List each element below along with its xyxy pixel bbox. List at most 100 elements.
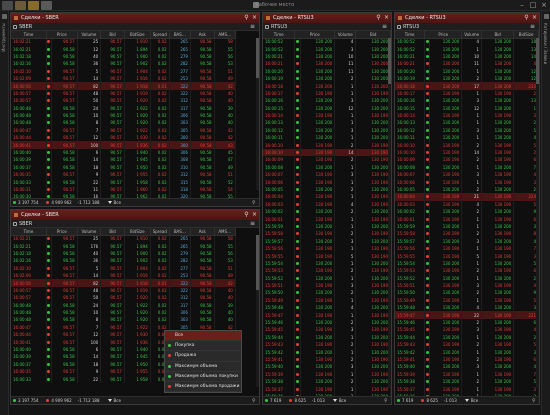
table-row[interactable]: 16:00:57 90.57 48 90.57 1 919 0.02 322 90.58 40 — [11, 89, 259, 98]
table-row[interactable]: 16:00:02 130 200 2 130 200 — [263, 207, 391, 216]
dropdown-item-label[interactable]: Покупка — [175, 343, 194, 348]
table-row[interactable]: 15:59:43 130 190 2 130 190 5 — [395, 341, 539, 349]
table-row[interactable]: 15:59:38 130 200 2 130 200 — [263, 377, 391, 386]
table-row[interactable]: 16:00:15 130 200 12 130 200 1 — [395, 104, 539, 112]
table-row[interactable]: 16:00:47 90.57 7 90.57 1 922 0.02 305 90.58 42 — [11, 126, 259, 135]
table-row[interactable]: 16:00:13 130 200 1 130 200 — [263, 119, 391, 127]
dropdown-item[interactable]: Максимум объема покупки — [165, 372, 241, 382]
table-row[interactable]: 15:59:52 130 200 1 130 200 2 — [395, 274, 539, 282]
table-row[interactable]: 15:59:37 130 190 1 130 190 — [263, 385, 391, 393]
column-header[interactable]: AMS… — [214, 228, 236, 236]
table-row[interactable]: 15:59:45 130 190 3 130 190 4 — [395, 326, 539, 334]
table-row[interactable]: 16:00:52 130 200 4 130 200 18 — [395, 38, 539, 46]
table-row[interactable]: 16:02:10 90.57 5 90.57 1 904 0.02 277 90.58 51 — [11, 264, 259, 272]
symbol-label[interactable]: RTSU3 — [271, 24, 287, 30]
column-header[interactable]: Price — [46, 228, 78, 236]
table-row[interactable]: 15:59:49 130 190 1 130 190 5 — [395, 296, 539, 305]
table-row[interactable]: 15:59:59 130 200 1 130 200 — [263, 222, 391, 231]
quotes-icon[interactable] — [544, 14, 549, 19]
table-row[interactable]: 15:59:41 130 190 2 130 190 — [263, 355, 391, 364]
table-row[interactable]: 16:00:12 130 200 3 130 200 — [263, 126, 391, 135]
scrollbar-thumb[interactable] — [536, 38, 539, 84]
table-row[interactable]: 16:00:31 90.57 11 90.57 1 960 0.02 318 90.58 54 — [11, 185, 259, 194]
table-row[interactable]: 15:59:40 130 200 3 130 200 — [263, 363, 391, 371]
table-row[interactable]: 16:00:07 130 190 3 130 190 — [263, 171, 391, 179]
table-row[interactable]: 16:00:05 130 200 2 130 200 — [263, 185, 391, 194]
table-row[interactable]: 16:00:14 130 190 1 130 190 3 — [395, 111, 539, 120]
column-header[interactable]: Volume — [77, 228, 102, 236]
dropdown-item[interactable]: Максимум объема — [165, 362, 241, 372]
table-row[interactable]: 16:00:13 130 200 1 130 200 2 — [395, 119, 539, 127]
dropdown-item[interactable]: Покупка — [165, 341, 241, 352]
table-row[interactable]: 16:00:04 130 190 1 130 190 — [263, 193, 391, 201]
filter-icon[interactable] — [265, 24, 269, 29]
table-row[interactable]: 15:59:42 130 200 1 130 200 — [263, 348, 391, 356]
table-row[interactable]: 15:59:53 130 190 2 130 190 — [263, 267, 391, 275]
table-row[interactable]: 16:00:06 130 190 1 130 190 — [263, 178, 391, 186]
table-row[interactable]: 16:00:57 90.57 48 90.57 1 919 0.02 322 90.58 40 — [11, 286, 259, 295]
pin-icon[interactable]: ⚲ — [384, 398, 389, 404]
table-row[interactable]: 15:59:39 130 190 1 130 190 7 — [395, 370, 539, 378]
table-row[interactable]: 16:00:12 130 200 3 130 200 5 — [395, 126, 539, 135]
table-row[interactable]: 15:59:37 130 190 1 130 190 3 — [395, 385, 539, 393]
filter-selector[interactable]: Все — [463, 398, 478, 403]
table-row[interactable]: 16:00:21 130 200 11 130 200 4 — [395, 60, 539, 68]
column-header[interactable]: Price — [424, 31, 463, 39]
column-header[interactable]: BidSize — [513, 31, 539, 39]
left-sidebar-label[interactable]: Инструменты — [1, 23, 6, 52]
chevron-down-icon[interactable] — [464, 399, 469, 402]
table-row[interactable]: 16:00:18 130 200 17 130 200 233 — [395, 82, 539, 90]
table-row[interactable]: 15:59:41 130 190 2 130 190 6 — [395, 355, 539, 364]
table-row[interactable]: 16:00:15 130 200 12 130 200 — [263, 104, 391, 112]
table-row[interactable]: 15:59:55 130 190 5 130 190 3 — [395, 252, 539, 260]
table-row[interactable]: 16:00:4490.571290.571 9300.0230090.5842 — [11, 134, 259, 142]
table-row[interactable]: 15:59:58 130 190 2 130 190 — [263, 230, 391, 238]
table-row[interactable]: 15:59:44 130 200 1 130 200 2 — [395, 333, 539, 342]
table-row[interactable]: 16:00:10 130 190 14 130 190 2 — [395, 148, 539, 157]
table-row[interactable]: 16:00:48 90.58 24 90.57 1 922 0.02 317 90.58 39 — [11, 104, 259, 112]
maximize-icon[interactable]: □ — [528, 1, 538, 10]
filter-selector-label[interactable]: Все — [114, 398, 121, 403]
chevron-down-icon[interactable] — [107, 201, 112, 204]
table-row[interactable]: 16:00:21 130 200 10 130 200 14 — [395, 52, 539, 61]
table-row[interactable]: 16:02:21 90.57 25 90.57 1 910 0.02 265 90.58 58 — [11, 38, 259, 46]
column-header[interactable]: Bid — [100, 228, 125, 236]
table-row[interactable]: 15:59:45 130 190 3 130 190 — [263, 326, 391, 334]
table-row[interactable]: 15:59:48 130 200 4 130 200 — [263, 304, 391, 312]
table-row[interactable]: 16:00:48 90.58 8 90.57 1 920 0.02 303 90.58 40 — [11, 119, 259, 127]
table-row[interactable]: 15:59:46 130 200 2 130 200 6 — [395, 318, 539, 327]
table-row[interactable]: 16:00:3590.57990.571 9550.0231290.5851 — [11, 171, 259, 179]
table-row[interactable]: 16:00:05 130 200 2 130 200 2 — [395, 185, 539, 194]
pin-icon[interactable]: ⚲ — [252, 398, 257, 404]
table-row[interactable]: 16:00:07 130 190 3 130 190 4 — [395, 171, 539, 179]
scrollbar-thumb[interactable] — [256, 38, 259, 78]
dropdown-item-label[interactable]: Все — [175, 333, 183, 338]
symbol-label[interactable]: SBER — [19, 24, 32, 30]
table-row[interactable]: 15:59:38 130 200 2 130 200 5 — [395, 377, 539, 386]
dropdown-item-label[interactable]: Продажа — [175, 353, 196, 358]
table-row[interactable]: 16:02:21 90.57 25 90.57 1 910 0.02 265 90.58 58 — [11, 235, 259, 243]
table-row[interactable]: 15:59:54 130 200 1 130 200 — [263, 259, 391, 268]
filter-selector-label[interactable]: Все — [339, 398, 346, 403]
table-row[interactable]: 16:00:56 90.57 82 90.57 1 918 0.01 322 90.58 42 — [11, 279, 259, 287]
column-header[interactable]: Bid — [355, 31, 391, 39]
table-row[interactable]: 15:59:46 130 200 2 130 200 — [263, 318, 391, 327]
symbol-label[interactable]: RTSU3 — [403, 24, 419, 30]
panel-title-bar[interactable]: Сделки - RTSU3 ⚲ × — [395, 13, 539, 23]
table-row[interactable]: 16:00:02 130 200 2 130 200 9 — [395, 207, 539, 216]
tools-icon[interactable] — [2, 14, 7, 19]
table-row[interactable]: 16:00:19 130 200 2 130 200 12 — [395, 74, 539, 83]
filter-selector-label[interactable]: Все — [471, 398, 478, 403]
pin-icon[interactable]: ⚲ — [375, 14, 382, 21]
filter-selector-label[interactable]: Все — [114, 200, 121, 205]
table-row[interactable]: 15:59:51 130 190 3 130 190 4 — [395, 281, 539, 290]
column-header[interactable]: BidSize — [124, 228, 151, 236]
table-row[interactable]: 16:00:03 130 190 4 130 190 5 — [395, 200, 539, 208]
table-row[interactable]: 15:59:47 130 190 22 130 190 221 — [395, 311, 539, 319]
filter-icon[interactable] — [13, 221, 17, 226]
table-row[interactable]: 16:02:09 90.57 14 90.57 1 916 0.02 253 90.58 49 — [11, 271, 259, 280]
table-row[interactable]: 16:00:48 90.58 24 90.57 1 922 0.02 317 90.58 39 — [11, 301, 259, 309]
dropdown-item[interactable]: Продажа — [165, 351, 241, 362]
menu-icon[interactable]: ≡ — [250, 24, 256, 30]
close-icon[interactable]: × — [383, 14, 390, 21]
